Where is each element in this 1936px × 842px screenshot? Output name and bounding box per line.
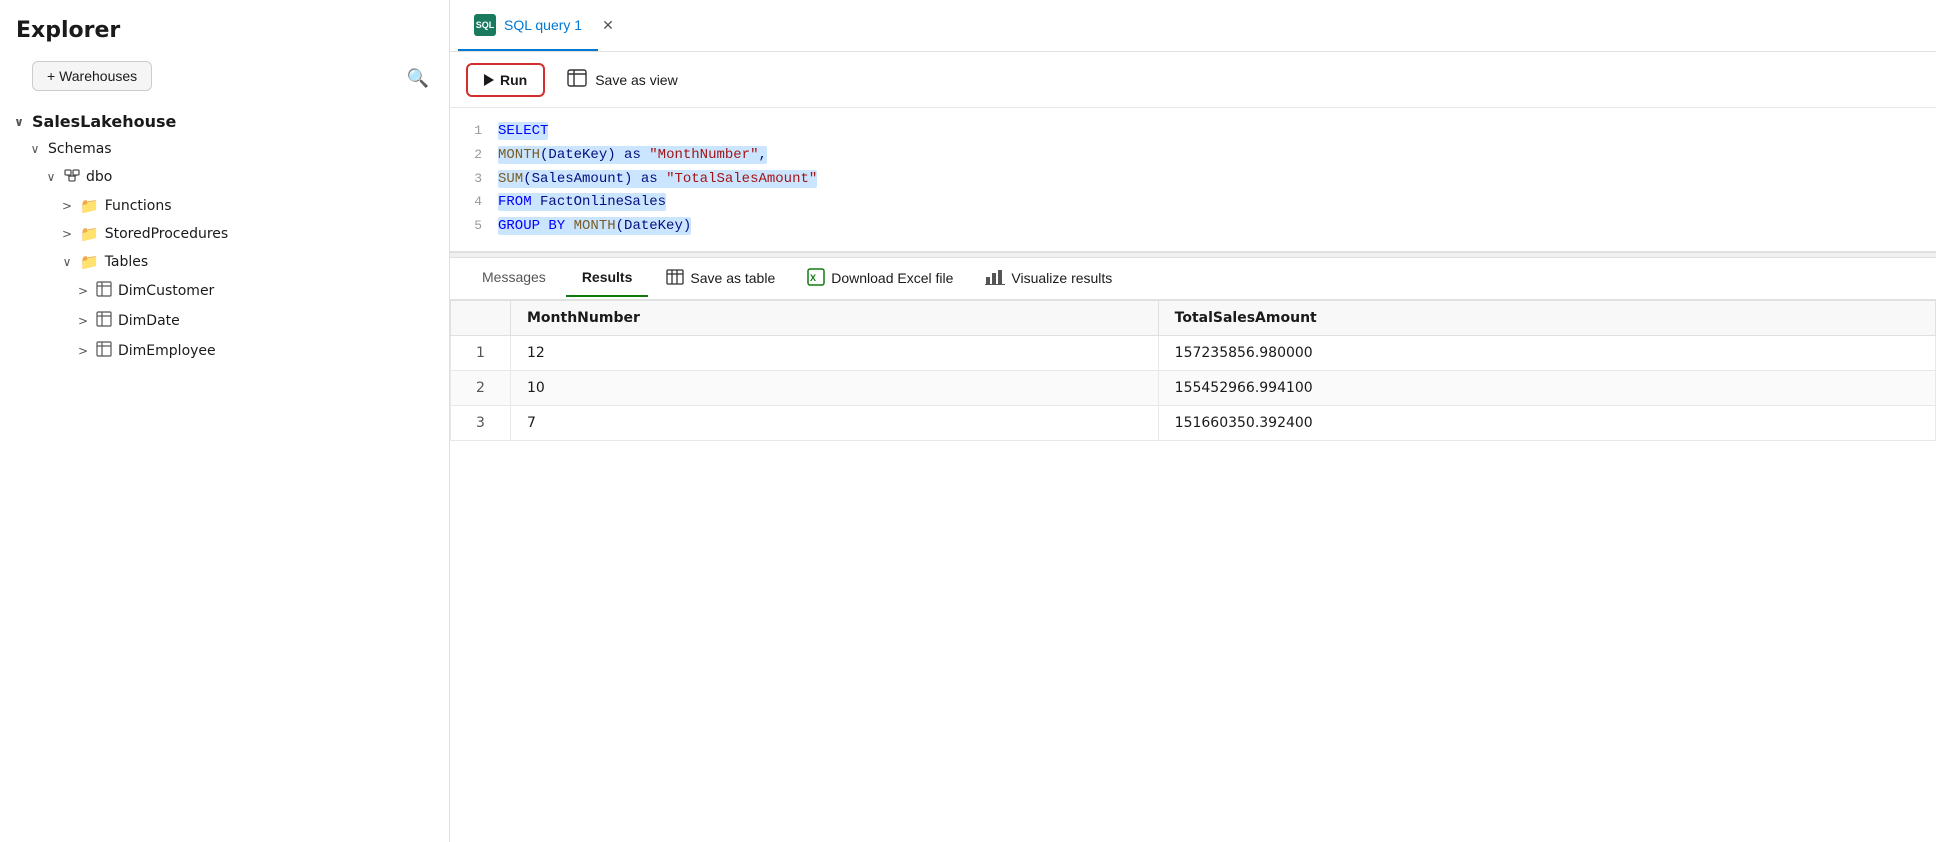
code-editor[interactable]: 1 SELECT 2 MONTH(DateKey) as "MonthNumbe… [450, 108, 1936, 252]
caret-icon: > [60, 199, 74, 213]
row-month: 10 [511, 370, 1159, 405]
save-as-view-button[interactable]: Save as view [553, 62, 691, 97]
folder-icon: 📁 [80, 197, 99, 215]
save-view-icon [567, 69, 587, 90]
folder-icon: 📁 [80, 253, 99, 271]
tab-bar: SQL SQL query 1 ✕ [450, 0, 1936, 52]
sidebar-item-dbo[interactable]: ∨ dbo [0, 162, 449, 192]
code-line-2: 2 MONTH(DateKey) as "MonthNumber", [450, 144, 1936, 168]
caret-icon: ∨ [60, 255, 74, 269]
sidebar-item-storedprocedures[interactable]: > 📁 StoredProcedures [0, 220, 449, 248]
bar-chart-icon [985, 269, 1005, 288]
sidebar-item-dimcustomer[interactable]: > DimCustomer [0, 276, 449, 306]
row-total: 151660350.392400 [1158, 405, 1935, 440]
table-row: 3 7 151660350.392400 [451, 405, 1936, 440]
caret-icon: > [76, 284, 90, 298]
caret-icon: > [76, 344, 90, 358]
storedprocedures-label: StoredProcedures [105, 226, 229, 242]
sidebar-item-dimdate[interactable]: > DimDate [0, 306, 449, 336]
results-panel: Messages Results Save as table [450, 258, 1936, 842]
excel-icon: X [807, 268, 825, 289]
run-label: Run [500, 72, 527, 88]
sidebar-item-saleslakehouse[interactable]: ∨ SalesLakehouse [0, 107, 449, 136]
tab-visualize-results[interactable]: Visualize results [971, 259, 1126, 298]
table-row: 1 12 157235856.980000 [451, 335, 1936, 370]
code-line-3: 3 SUM(SalesAmount) as "TotalSalesAmount" [450, 168, 1936, 192]
sidebar-tree: ∨ SalesLakehouse ∨ Schemas ∨ db [0, 103, 449, 842]
line-number: 1 [450, 120, 498, 142]
col-header-totalsalesamount: TotalSalesAmount [1158, 300, 1935, 335]
sidebar-item-schemas[interactable]: ∨ Schemas [0, 136, 449, 162]
code-line-1: 1 SELECT [450, 120, 1936, 144]
schema-icon [64, 167, 80, 187]
sidebar: Explorer + Warehouses 🔍 ∨ SalesLakehouse… [0, 0, 450, 842]
table-row: 2 10 155452966.994100 [451, 370, 1936, 405]
code-token: GROUP BY MONTH(DateKey) [498, 217, 691, 235]
dimcustomer-label: DimCustomer [118, 283, 214, 299]
code-token: SELECT [498, 122, 548, 140]
explorer-title: Explorer [0, 0, 449, 53]
dimemployee-label: DimEmployee [118, 343, 216, 359]
line-number: 4 [450, 191, 498, 213]
line-number: 5 [450, 215, 498, 237]
dimdate-label: DimDate [118, 313, 180, 329]
row-index: 3 [451, 405, 511, 440]
folder-icon: 📁 [80, 225, 99, 243]
row-total: 155452966.994100 [1158, 370, 1935, 405]
code-token: SUM(SalesAmount) as "TotalSalesAmount" [498, 170, 817, 188]
col-header-monthnumber: MonthNumber [511, 300, 1159, 335]
caret-icon: > [60, 227, 74, 241]
warehouses-button[interactable]: + Warehouses [32, 61, 152, 91]
main-panel: SQL SQL query 1 ✕ Run Save as view 1 [450, 0, 1936, 842]
sidebar-search-row: + Warehouses 🔍 [0, 53, 449, 103]
sidebar-item-tables[interactable]: ∨ 📁 Tables [0, 248, 449, 276]
saleslakehouse-label: SalesLakehouse [32, 112, 176, 131]
results-tab-bar: Messages Results Save as table [450, 258, 1936, 300]
tab-sqlquery1[interactable]: SQL SQL query 1 [458, 0, 598, 51]
sql-icon: SQL [474, 14, 496, 36]
caret-icon: ∨ [44, 170, 58, 184]
tab-messages[interactable]: Messages [466, 259, 562, 297]
table-icon [96, 281, 112, 301]
tables-label: Tables [105, 254, 149, 270]
table-icon [96, 341, 112, 361]
col-header-index [451, 300, 511, 335]
code-line-5: 5 GROUP BY MONTH(DateKey) [450, 215, 1936, 239]
line-number: 2 [450, 144, 498, 166]
sidebar-item-functions[interactable]: > 📁 Functions [0, 192, 449, 220]
tab-label: SQL query 1 [504, 17, 582, 33]
results-table: MonthNumber TotalSalesAmount 1 12 157235… [450, 300, 1936, 441]
row-index: 1 [451, 335, 511, 370]
run-button[interactable]: Run [466, 63, 545, 97]
code-token: FROM FactOnlineSales [498, 193, 666, 211]
dbo-label: dbo [86, 169, 112, 185]
row-total: 157235856.980000 [1158, 335, 1935, 370]
row-month: 12 [511, 335, 1159, 370]
line-number: 3 [450, 168, 498, 190]
schemas-label: Schemas [48, 141, 112, 157]
results-table-container: MonthNumber TotalSalesAmount 1 12 157235… [450, 300, 1936, 842]
tab-save-as-table[interactable]: Save as table [652, 259, 789, 298]
code-line-4: 4 FROM FactOnlineSales [450, 191, 1936, 215]
toolbar: Run Save as view [450, 52, 1936, 108]
tab-download-excel[interactable]: X Download Excel file [793, 258, 967, 299]
row-month: 7 [511, 405, 1159, 440]
save-view-label: Save as view [595, 72, 677, 88]
caret-icon: > [76, 314, 90, 328]
svg-text:X: X [810, 273, 816, 283]
search-button[interactable]: 🔍 [403, 64, 433, 93]
tab-results[interactable]: Results [566, 259, 649, 297]
table-icon [96, 311, 112, 331]
table-icon [666, 269, 684, 288]
tab-close-button[interactable]: ✕ [598, 15, 618, 36]
caret-icon: ∨ [12, 115, 26, 129]
play-icon [484, 74, 494, 86]
row-index: 2 [451, 370, 511, 405]
functions-label: Functions [105, 198, 172, 214]
sidebar-item-dimemployee[interactable]: > DimEmployee [0, 336, 449, 366]
caret-icon: ∨ [28, 142, 42, 156]
code-token: MONTH(DateKey) as "MonthNumber", [498, 146, 767, 164]
